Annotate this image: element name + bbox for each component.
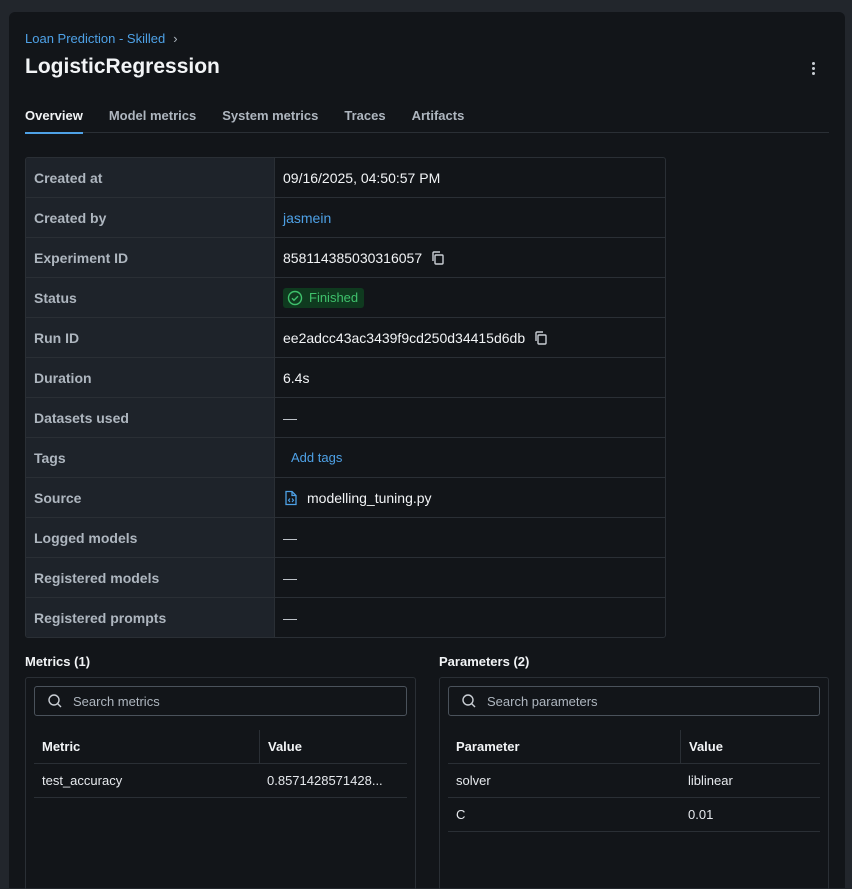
detail-label: Logged models bbox=[26, 518, 275, 557]
tab-system-metrics[interactable]: System metrics bbox=[222, 108, 318, 132]
metrics-table: Metric Value test_accuracy 0.85714285714… bbox=[34, 730, 407, 798]
detail-label: Registered prompts bbox=[26, 598, 275, 637]
parameter-value: liblinear bbox=[688, 773, 733, 788]
created-at-value: 09/16/2025, 04:50:57 PM bbox=[283, 169, 441, 186]
detail-row-source: Source modelling_tuning.py bbox=[26, 478, 665, 518]
detail-row-created-at: Created at 09/16/2025, 04:50:57 PM bbox=[26, 158, 665, 198]
detail-row-registered-prompts: Registered prompts — bbox=[26, 598, 665, 637]
detail-row-datasets-used: Datasets used — bbox=[26, 398, 665, 438]
detail-label: Registered models bbox=[26, 558, 275, 597]
copy-icon[interactable] bbox=[533, 330, 549, 346]
registered-models-value: — bbox=[283, 569, 297, 586]
metrics-box: Metric Value test_accuracy 0.85714285714… bbox=[25, 677, 416, 889]
chevron-right-icon: › bbox=[173, 31, 178, 46]
run-details-panel: Loan Prediction - Skilled › LogisticRegr… bbox=[9, 12, 845, 889]
registered-prompts-value: — bbox=[283, 609, 297, 626]
parameters-search-box[interactable] bbox=[448, 686, 820, 716]
detail-label: Duration bbox=[26, 358, 275, 397]
search-icon bbox=[462, 694, 476, 708]
status-badge: Finished bbox=[283, 287, 365, 308]
column-header-value[interactable]: Value bbox=[680, 730, 818, 763]
detail-row-duration: Duration 6.4s bbox=[26, 358, 665, 398]
parameters-search-input[interactable] bbox=[485, 692, 819, 710]
run-id-value: ee2adcc43ac3439f9cd250d34415d6db bbox=[283, 329, 526, 346]
detail-row-experiment-id: Experiment ID 858114385030316057 bbox=[26, 238, 665, 278]
detail-row-tags: Tags Add tags bbox=[26, 438, 665, 478]
metrics-section-title: Metrics (1) bbox=[25, 654, 91, 669]
metrics-search-input[interactable] bbox=[71, 692, 406, 710]
tab-overview[interactable]: Overview bbox=[25, 108, 83, 134]
metric-name-link[interactable]: test_accuracy bbox=[34, 773, 259, 788]
more-options-icon[interactable] bbox=[803, 58, 823, 78]
add-tags-button[interactable]: Add tags bbox=[283, 450, 342, 465]
detail-label: Created at bbox=[26, 158, 275, 197]
detail-row-created-by: Created by jasmein bbox=[26, 198, 665, 238]
created-by-link[interactable]: jasmein bbox=[283, 210, 331, 226]
datasets-used-value: — bbox=[283, 409, 297, 426]
status-text: Finished bbox=[309, 290, 359, 305]
search-icon bbox=[48, 694, 62, 708]
detail-row-logged-models: Logged models — bbox=[26, 518, 665, 558]
duration-value: 6.4s bbox=[283, 369, 310, 386]
column-header-metric[interactable]: Metric bbox=[34, 730, 259, 763]
page-title: LogisticRegression bbox=[25, 55, 220, 78]
metric-value: 0.8571428571428... bbox=[267, 773, 383, 788]
table-header-row: Metric Value bbox=[34, 730, 407, 764]
table-row: C 0.01 bbox=[448, 798, 820, 832]
column-header-value[interactable]: Value bbox=[259, 730, 405, 763]
table-row: test_accuracy 0.8571428571428... bbox=[34, 764, 407, 798]
table-header-row: Parameter Value bbox=[448, 730, 820, 764]
parameters-box: Parameter Value solver liblinear C 0.01 bbox=[439, 677, 829, 889]
detail-label: Datasets used bbox=[26, 398, 275, 437]
experiment-id-value: 858114385030316057 bbox=[283, 249, 423, 266]
detail-label: Status bbox=[26, 278, 275, 317]
tab-artifacts[interactable]: Artifacts bbox=[412, 108, 465, 132]
detail-label: Run ID bbox=[26, 318, 275, 357]
source-link[interactable]: modelling_tuning.py bbox=[307, 490, 432, 506]
parameters-table: Parameter Value solver liblinear C 0.01 bbox=[448, 730, 820, 832]
parameters-section-title: Parameters (2) bbox=[439, 654, 530, 669]
tab-model-metrics[interactable]: Model metrics bbox=[109, 108, 196, 132]
detail-row-status: Status Finished bbox=[26, 278, 665, 318]
tab-bar: Overview Model metrics System metrics Tr… bbox=[25, 108, 829, 134]
detail-row-registered-models: Registered models — bbox=[26, 558, 665, 598]
detail-label: Tags bbox=[26, 438, 275, 477]
run-details-table: Created at 09/16/2025, 04:50:57 PM Creat… bbox=[25, 157, 666, 638]
tab-traces[interactable]: Traces bbox=[344, 108, 385, 132]
copy-icon[interactable] bbox=[430, 250, 446, 266]
detail-row-run-id: Run ID ee2adcc43ac3439f9cd250d34415d6db bbox=[26, 318, 665, 358]
column-header-parameter[interactable]: Parameter bbox=[448, 730, 680, 763]
check-circle-icon bbox=[287, 290, 303, 305]
metrics-search-box[interactable] bbox=[34, 686, 407, 716]
parameter-name: solver bbox=[456, 773, 491, 788]
detail-label: Created by bbox=[26, 198, 275, 237]
breadcrumb: Loan Prediction - Skilled › bbox=[25, 31, 178, 46]
logged-models-value: — bbox=[283, 529, 297, 546]
breadcrumb-experiment-link[interactable]: Loan Prediction - Skilled bbox=[25, 31, 165, 46]
code-file-icon bbox=[285, 490, 297, 505]
detail-label: Experiment ID bbox=[26, 238, 275, 277]
parameter-name: C bbox=[456, 807, 466, 822]
detail-label: Source bbox=[26, 478, 275, 517]
parameter-value: 0.01 bbox=[688, 807, 714, 822]
table-row: solver liblinear bbox=[448, 764, 820, 798]
